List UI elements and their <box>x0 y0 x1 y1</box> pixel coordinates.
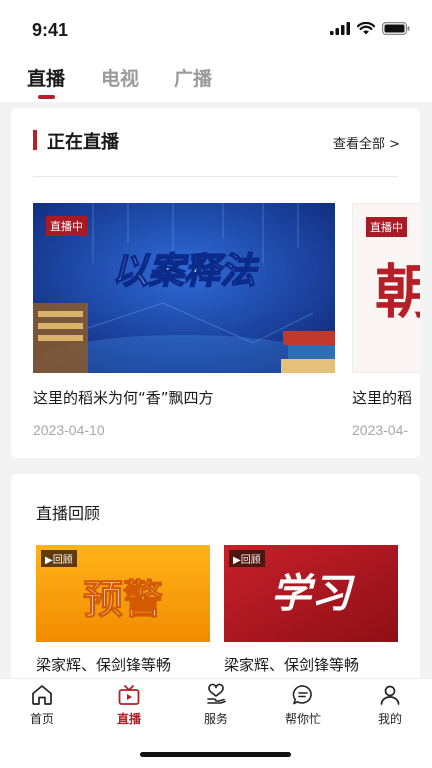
replay-item-title: 梁家辉、保剑锋等畅 <box>36 656 172 674</box>
service-icon <box>207 683 226 704</box>
status-time: 9:41 <box>32 20 69 40</box>
active-tab-indicator <box>38 95 55 99</box>
top-tabs: 直播 电视 广播 <box>0 58 432 102</box>
signal-icon <box>330 22 350 35</box>
live-badge: 直播中 <box>366 217 407 237</box>
live-item[interactable]: 以案释法 直播中 这里的稻米为何“香”飘四方 2023-04-10 <box>33 203 335 438</box>
replay-badge: ▶回顾 <box>229 550 265 567</box>
replay-badge: ▶回顾 <box>41 550 77 567</box>
replay-item[interactable]: 学习 ▶回顾 梁家辉、保剑锋等畅 <box>224 545 404 675</box>
nav-live[interactable]: 直播 <box>99 683 159 727</box>
replay-thumbnail[interactable]: 预警 ▶回顾 <box>36 545 210 642</box>
live-thumbnail[interactable]: 朝 直播中 <box>352 203 420 373</box>
view-all-link[interactable]: 查看全部 > <box>333 133 400 152</box>
tab-live[interactable]: 直播 <box>27 64 65 91</box>
replay-thumbnail[interactable]: 学习 ▶回顾 <box>224 545 398 642</box>
live-item-title: 这里的稻米为何“香”飘四方 <box>33 389 214 407</box>
nav-home-label: 首页 <box>29 712 54 726</box>
home-icon <box>32 685 52 705</box>
nav-profile-label: 我的 <box>377 712 402 726</box>
live-section-title: 正在直播 <box>47 132 119 153</box>
replay-section-title: 直播回顾 <box>36 504 101 523</box>
live-item-date: 2023-04- <box>352 422 409 438</box>
divider <box>33 176 398 177</box>
wifi-icon <box>357 22 375 35</box>
home-indicator <box>140 752 291 757</box>
nav-service[interactable]: 服务 <box>186 683 246 727</box>
live-item-date: 2023-04-10 <box>33 422 105 438</box>
battery-icon <box>382 22 410 35</box>
live-banner-text-2: 朝 <box>375 258 420 326</box>
replay-card: 直播回顾 预警 ▶回顾 梁家辉、保剑锋等畅 学习 ▶回顾 梁家辉、保剑锋等畅 <box>11 474 420 694</box>
nav-help-label: 帮你忙 <box>284 712 321 726</box>
tab-radio[interactable]: 广播 <box>174 64 212 91</box>
nav-home[interactable]: 首页 <box>12 683 72 727</box>
live-now-card: 正在直播 查看全部 > 以案释法 直播中 这里的稻米为何“香”飘四方 2023-… <box>11 108 420 458</box>
nav-help[interactable]: 帮你忙 <box>273 683 333 727</box>
live-badge: 直播中 <box>46 216 87 236</box>
live-banner-text: 以案释法 <box>112 251 259 292</box>
live-item-title: 这里的稻 <box>352 389 413 407</box>
nav-service-label: 服务 <box>203 712 228 726</box>
replay-item-title: 梁家辉、保剑锋等畅 <box>224 656 360 674</box>
replay-banner-text: 学习 <box>271 571 355 617</box>
nav-profile[interactable]: 我的 <box>360 683 420 727</box>
nav-live-label: 直播 <box>116 712 141 726</box>
live-thumbnail[interactable]: 以案释法 直播中 <box>33 203 335 373</box>
replay-item[interactable]: 预警 ▶回顾 梁家辉、保剑锋等畅 <box>36 545 216 675</box>
user-icon <box>380 685 400 705</box>
live-item[interactable]: 朝 直播中 这里的稻 2023-04- <box>352 203 420 438</box>
tv-icon <box>118 685 140 705</box>
section-accent-bar <box>33 130 37 150</box>
chat-icon <box>292 685 312 705</box>
status-icons <box>330 22 410 35</box>
tab-tv[interactable]: 电视 <box>101 64 139 91</box>
replay-banner-text: 预警 <box>83 577 163 623</box>
status-bar: 9:41 <box>0 0 432 58</box>
